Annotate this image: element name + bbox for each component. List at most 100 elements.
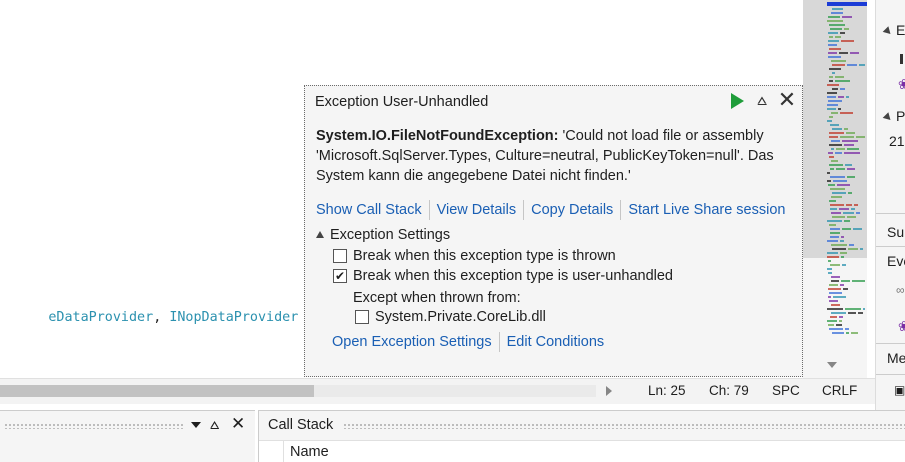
line-ending-indicator[interactable]: CRLF (822, 383, 857, 398)
minimap-code-line (848, 312, 856, 314)
minimap-code-line (827, 104, 838, 106)
minimap-code-line (827, 96, 836, 98)
exception-popup: Exception User-Unhandled ⩟ ✕ System.IO.F… (304, 85, 803, 377)
minimap-code-line (831, 304, 840, 306)
minimap-code-line (840, 32, 845, 34)
corelib-checkbox[interactable] (355, 310, 369, 324)
minimap-code-line (829, 132, 844, 134)
expand-icon[interactable] (882, 26, 894, 37)
indent-indicator[interactable]: SPC (772, 383, 800, 398)
minimap-code-line (831, 312, 846, 314)
minimap-code-line (828, 288, 841, 290)
panel-grip[interactable] (4, 423, 184, 429)
copy-details-link[interactable]: Copy Details (531, 202, 613, 218)
minimap-code-line (846, 132, 855, 134)
minimap-code-line (828, 260, 831, 262)
exception-settings-header[interactable]: Exception Settings (316, 227, 450, 243)
minimap-code-line (828, 52, 837, 54)
panel-value: 21 (889, 133, 905, 149)
minimap-code-line (829, 24, 845, 26)
view-details-link[interactable]: View Details (437, 202, 517, 218)
minimap-code-line (830, 204, 844, 206)
minimap-code-line (827, 252, 838, 254)
minimap-code-line (842, 228, 851, 230)
minimap-code-line (846, 204, 852, 206)
minimap-code-line (841, 280, 850, 282)
minimap-code-line (827, 120, 832, 122)
scroll-right-icon[interactable] (606, 386, 612, 396)
close-button[interactable]: ✕ (776, 90, 798, 112)
live-share-link[interactable]: Start Live Share session (628, 202, 785, 218)
pin-icon[interactable]: ⩟ (210, 416, 219, 433)
panel-item: E (896, 22, 905, 38)
minimap-code-line (828, 56, 841, 58)
panel-grip[interactable] (343, 423, 905, 429)
minimap-code-line (844, 220, 850, 222)
dropdown-icon[interactable] (191, 422, 201, 428)
minimap-code-line (836, 324, 842, 326)
minimap-code-line (844, 152, 860, 154)
column-divider (283, 441, 284, 462)
minimap-code-line (831, 196, 842, 198)
pin-icon: ⩟ (757, 92, 767, 109)
minimap-code-line (845, 164, 852, 166)
minimap-code-line (832, 64, 845, 66)
minimap-code-line (828, 272, 832, 274)
minimap-code-line (829, 136, 838, 138)
minimap-code-line (827, 308, 843, 310)
minimap-code-line (843, 288, 848, 290)
minimap-code-line (860, 248, 863, 250)
lightbulb-icon[interactable]: ❀ (898, 76, 905, 93)
continue-button[interactable] (726, 90, 748, 112)
minimap-code-line (839, 208, 849, 210)
minimap-code-line (828, 40, 839, 42)
camera-icon[interactable]: ▣ (894, 383, 905, 397)
minimap-code-line (829, 36, 833, 38)
minimap-code-line (828, 152, 833, 154)
horizontal-scroll-thumb[interactable] (0, 385, 314, 397)
minimap-scrollbar[interactable] (803, 0, 867, 378)
break-unhandled-option[interactable]: ✔ Break when this exception type is user… (333, 268, 673, 284)
scroll-down-icon[interactable] (827, 362, 837, 368)
horizontal-scrollbar[interactable] (0, 385, 596, 397)
minimap-code-line (851, 332, 858, 334)
minimap-code-line (829, 80, 833, 82)
line-indicator[interactable]: Ln: 25 (648, 383, 686, 398)
minimap-code-line (829, 68, 841, 70)
minimap-code-line (830, 176, 845, 178)
close-icon[interactable]: ✕ (231, 414, 245, 434)
code-token: INopDataProvider (169, 310, 299, 325)
name-column-header[interactable]: Name (290, 444, 329, 460)
minimap-code-line (850, 52, 859, 54)
column-indicator[interactable]: Ch: 79 (709, 383, 749, 398)
minimap-code-line (847, 148, 859, 150)
panel-tab[interactable]: Me (887, 350, 905, 366)
minimap-code-line (828, 44, 837, 46)
minimap-code-line (828, 16, 840, 18)
corelib-option[interactable]: System.Private.CoreLib.dll (355, 309, 546, 325)
break-thrown-checkbox[interactable] (333, 249, 347, 263)
panel-tab[interactable]: Sur (887, 224, 905, 240)
expand-icon[interactable] (882, 112, 894, 123)
break-unhandled-checkbox[interactable]: ✔ (333, 269, 347, 283)
show-call-stack-link[interactable]: Show Call Stack (316, 202, 422, 218)
minimap-code-line (841, 236, 844, 238)
pin-button[interactable]: ⩟ (751, 90, 773, 112)
break-thrown-option[interactable]: Break when this exception type is thrown (333, 248, 616, 264)
code-line: eDataProvider, INopDataProvider (0, 295, 298, 340)
minimap-code-line (827, 256, 839, 258)
minimap-code-line (828, 184, 835, 186)
close-icon: ✕ (777, 88, 797, 113)
minimap-code-line (842, 140, 858, 142)
minimap-code-line (827, 268, 832, 270)
minimap-code-line (856, 212, 860, 214)
open-exception-settings-link[interactable]: Open Exception Settings (332, 334, 492, 350)
panel-tab[interactable]: Eve (887, 253, 905, 269)
minimap-code-line (833, 296, 846, 298)
edit-conditions-link[interactable]: Edit Conditions (507, 334, 605, 350)
code-punct: , (153, 310, 170, 325)
divider (876, 343, 905, 344)
lightbulb-icon[interactable]: ❀ (898, 318, 905, 335)
collapse-icon[interactable] (316, 230, 324, 238)
minimap-code-line (846, 96, 849, 98)
